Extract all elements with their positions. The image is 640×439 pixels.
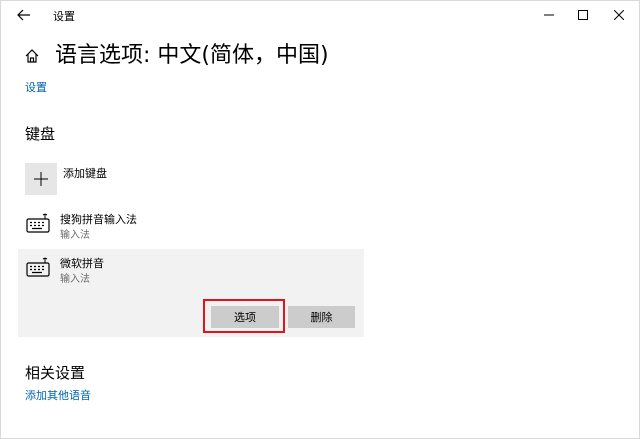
keyboard-item-name: 微软拼音 xyxy=(60,257,104,270)
add-language-link[interactable]: 添加其他语音 xyxy=(25,387,91,403)
close-icon xyxy=(614,10,624,20)
keyboard-icon xyxy=(26,257,50,277)
plus-box xyxy=(25,163,57,195)
minimize-icon xyxy=(544,14,554,16)
plus-icon xyxy=(34,172,48,186)
page-title: 语言选项: 中文(简体，中国) xyxy=(55,43,329,68)
close-button[interactable] xyxy=(599,1,639,29)
add-keyboard-button[interactable]: 添加键盘 xyxy=(25,163,107,195)
keyboard-item-subtitle: 输入法 xyxy=(60,230,90,241)
delete-button[interactable]: 删除 xyxy=(288,306,355,328)
keyboard-icon xyxy=(26,213,50,233)
home-icon xyxy=(25,49,39,63)
settings-window: 设置 语言选项: 中文(简体，中国) 设置 键盘 添加键盘 搜狗拼音输入法 输入… xyxy=(0,0,640,439)
title-bar: 设置 xyxy=(1,1,639,29)
maximize-icon xyxy=(578,10,588,20)
keyboard-item-name: 搜狗拼音输入法 xyxy=(60,213,137,226)
related-settings-title: 相关设置 xyxy=(25,364,86,382)
settings-breadcrumb-link[interactable]: 设置 xyxy=(25,79,47,95)
keyboard-section-title: 键盘 xyxy=(25,125,56,143)
home-button[interactable] xyxy=(23,47,41,65)
keyboard-item-microsoft-pinyin[interactable]: 微软拼音 输入法 选项 删除 xyxy=(18,249,364,337)
back-arrow-icon xyxy=(17,9,30,21)
back-button[interactable] xyxy=(13,6,35,24)
maximize-button[interactable] xyxy=(563,1,603,29)
keyboard-item-sogou[interactable]: 搜狗拼音输入法 输入法 xyxy=(18,205,364,247)
page-header: 语言选项: 中文(简体，中国) xyxy=(23,41,329,71)
options-button[interactable]: 选项 xyxy=(211,306,279,328)
add-keyboard-label: 添加键盘 xyxy=(63,167,107,180)
keyboard-item-subtitle: 输入法 xyxy=(60,274,90,285)
app-title: 设置 xyxy=(53,10,75,23)
